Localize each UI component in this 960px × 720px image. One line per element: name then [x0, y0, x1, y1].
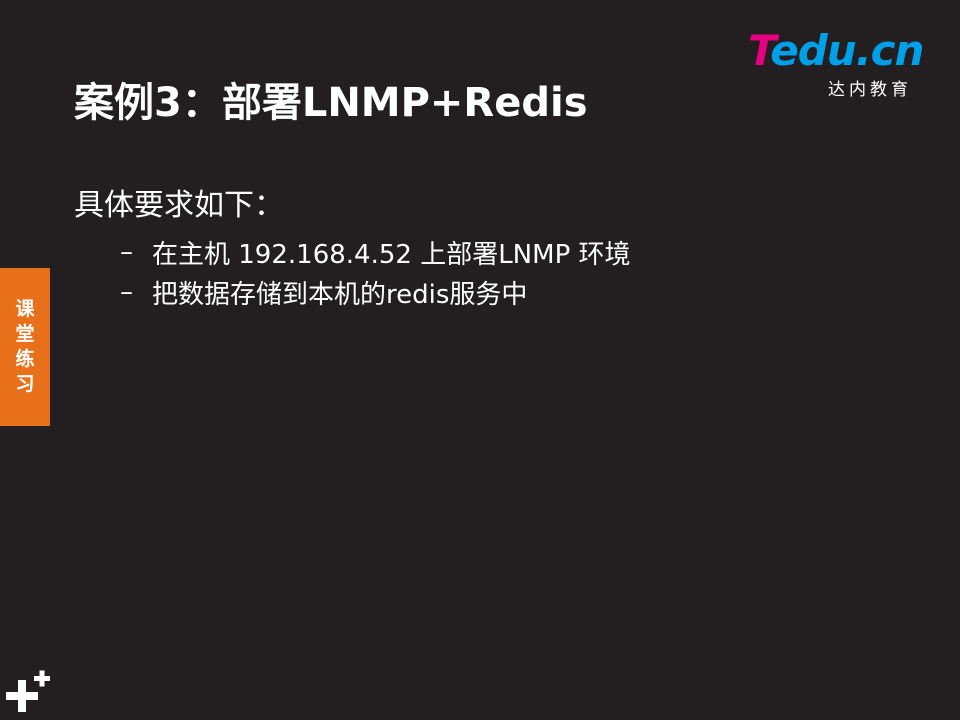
bullet-text: 在主机 192.168.4.52 上部署LNMP 环境 — [152, 239, 631, 270]
bullet-text: 把数据存储到本机的redis服务中 — [152, 279, 528, 310]
logo-letter-t: T — [748, 26, 771, 75]
bullet-list: – 在主机 192.168.4.52 上部署LNMP 环境 – 把数据存储到本机… — [120, 232, 631, 312]
classroom-exercise-tab: 课 堂 练 习 — [0, 268, 50, 426]
bullet-item: – 把数据存储到本机的redis服务中 — [120, 272, 631, 312]
logo-wordmark: Tedu.cn — [748, 30, 924, 72]
bullet-marker: – — [120, 277, 133, 307]
intro-text: 具体要求如下： — [74, 188, 284, 223]
bullet-marker: – — [120, 237, 133, 267]
plus-icon — [6, 670, 50, 712]
bullet-item: – 在主机 192.168.4.52 上部署LNMP 环境 — [120, 232, 631, 272]
tedu-logo: Tedu.cn 达内教育 — [748, 30, 928, 101]
side-tab-char: 堂 — [15, 323, 35, 345]
side-tab-char: 练 — [15, 348, 35, 370]
side-tab-char: 习 — [15, 373, 35, 395]
logo-tagline: 达内教育 — [828, 80, 912, 100]
side-tab-char: 课 — [15, 298, 35, 320]
logo-wordmark-rest: edu.cn — [770, 26, 924, 75]
slide: 案例3：部署LNMP+Redis Tedu.cn 达内教育 具体要求如下： – … — [0, 0, 960, 720]
slide-title: 案例3：部署LNMP+Redis — [74, 80, 588, 126]
